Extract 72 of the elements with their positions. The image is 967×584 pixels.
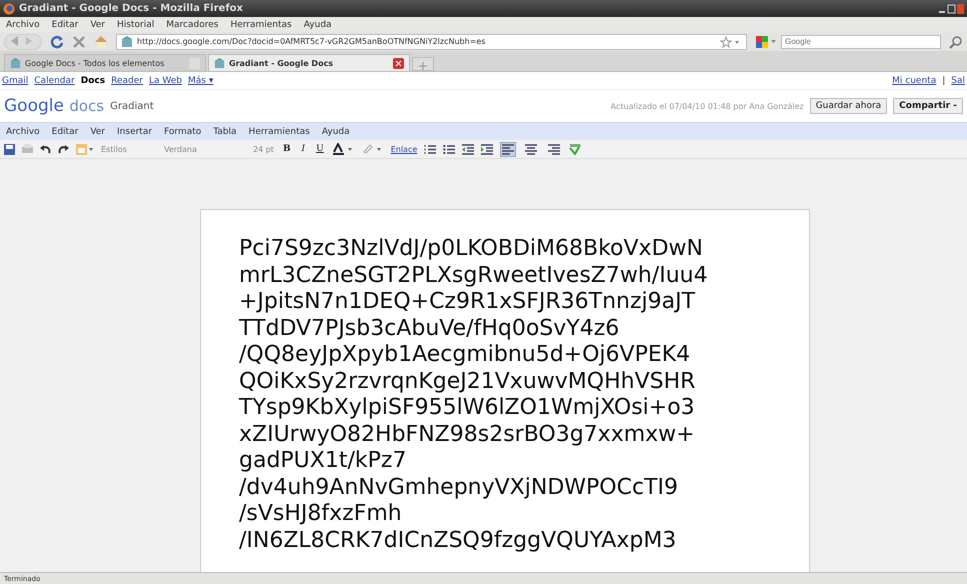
nav-link[interactable]: Reader <box>111 76 143 86</box>
browser-tab[interactable]: Google Docs - Todos los elementos <box>4 54 206 71</box>
save-icon[interactable] <box>4 144 15 154</box>
align-left-button[interactable] <box>500 142 516 156</box>
document-text-line: TTdDV7PJsb3cAbuVe/fHq0oSvY4z6 <box>239 316 620 342</box>
menu-item[interactable]: Archivo <box>6 126 40 136</box>
numbered-list-icon[interactable] <box>424 144 436 154</box>
account-link[interactable]: Mi cuenta <box>892 76 936 86</box>
window-controls-icon[interactable] <box>938 2 964 14</box>
nav-link[interactable]: Gmail <box>2 76 28 86</box>
document-text-line: /QQ8eyJpXpyb1Aecgmibnu5d+Oj6VPEK4 <box>239 342 692 368</box>
underline-button[interactable]: U <box>314 144 326 154</box>
menu-item[interactable]: Ayuda <box>304 20 332 30</box>
background-color-icon[interactable] <box>362 143 384 155</box>
search-icon[interactable] <box>949 34 963 48</box>
menu-item[interactable]: Ver <box>90 20 106 30</box>
bullet-list-icon[interactable] <box>443 144 456 154</box>
menu-item[interactable]: Historial <box>117 20 154 30</box>
browser-tab[interactable]: Gradiant - Google Docs <box>208 54 410 71</box>
redo-icon[interactable] <box>58 144 69 154</box>
menu-item[interactable]: Archivo <box>6 20 40 30</box>
menu-item[interactable]: Tabla <box>213 126 237 136</box>
text-color-icon[interactable] <box>332 143 355 155</box>
page-icon <box>214 58 225 68</box>
account-link[interactable]: Sal <box>951 76 965 86</box>
document-name[interactable]: Gradiant <box>110 100 154 112</box>
menu-item[interactable]: Formato <box>164 126 202 136</box>
save-status: Actualizado el 07/04/10 01:48 por Ana González <box>610 102 804 110</box>
nav-link[interactable]: Docs <box>80 76 106 86</box>
docs-logo: Google docs <box>4 96 104 116</box>
star-icon[interactable] <box>720 36 742 48</box>
menu-item[interactable]: Insertar <box>117 126 152 136</box>
menu-item[interactable]: Marcadores <box>166 20 218 30</box>
highlight-icon[interactable] <box>76 144 94 154</box>
document-text-line: +JpitsN7n1DEQ+Cz9R1xSFJR36Tnnzj9aJT <box>239 289 696 316</box>
nav-link[interactable]: Calendar <box>34 76 75 86</box>
reload-icon[interactable] <box>50 34 64 48</box>
spellcheck-icon[interactable] <box>569 144 582 154</box>
menu-item[interactable]: Ayuda <box>322 126 350 136</box>
separator-text: | <box>942 76 946 86</box>
menu-item[interactable]: Editar <box>52 126 78 136</box>
document-text-line: xZIUrwyO82HbFNZ98s2srBO3g7xxmxw+ <box>239 422 696 448</box>
document-text-line: /sVsHJ8fxzFmh <box>239 501 403 528</box>
document-text-line: gadPUX1t/kPz7 <box>239 448 408 474</box>
outdent-icon[interactable] <box>462 144 474 154</box>
menu-item[interactable]: Herramientas <box>230 20 292 30</box>
page-icon <box>10 58 21 68</box>
undo-icon[interactable] <box>40 144 51 154</box>
save-button[interactable]: Guardar ahora <box>810 98 888 114</box>
search-field[interactable]: Google <box>781 34 941 48</box>
document-text-line: TYsp9KbXylpiSF955lW6lZO1WmjXOsi+o3 <box>239 395 696 422</box>
page-icon <box>121 36 133 48</box>
nav-link[interactable]: La Web <box>148 76 182 86</box>
document-text-line: Pci7S9zc3NzlVdJ/p0LKOBDiM68BkoVxDwN <box>239 236 704 262</box>
document-text-line: QOiKxSy2rzvrqnKgeJ21VxuwvMQHhVSHR <box>239 368 696 395</box>
share-button[interactable]: Compartir - <box>893 98 963 114</box>
indent-icon[interactable] <box>481 144 494 154</box>
menu-item[interactable]: Herramientas <box>248 126 310 136</box>
document-text-line: /IN6ZL8CRK7dICnZSQ9fzggVQUYAxpM3 <box>239 528 678 554</box>
align-center-button[interactable] <box>523 142 540 156</box>
menu-item[interactable]: Ver <box>90 126 106 136</box>
italic-button[interactable]: I <box>300 144 308 154</box>
window-title: Gradiant - Google Docs - Mozilla Firefox <box>19 3 243 14</box>
document-text-line: /dv4uh9AnNvGmhepnyVXjNDWPOCcTI9 <box>239 474 679 501</box>
link-button[interactable]: Enlace <box>390 144 418 154</box>
nav-link[interactable]: Más ▾ <box>188 76 214 86</box>
address-field[interactable]: http://docs.google.com/Doc?docid=0AfMRT5c7-vGR2GM5anBoOTNfNGNiY2lzcNubh=es <box>116 34 747 50</box>
search-engine-icon[interactable] <box>755 34 779 48</box>
document-text-line: mrL3CZneSGT2PLXsgRweetIvesZ7wh/Iuu4 <box>239 262 709 289</box>
bold-button[interactable]: B <box>280 144 293 154</box>
align-right-button[interactable] <box>546 142 562 156</box>
menu-item[interactable]: Editar <box>52 20 78 30</box>
